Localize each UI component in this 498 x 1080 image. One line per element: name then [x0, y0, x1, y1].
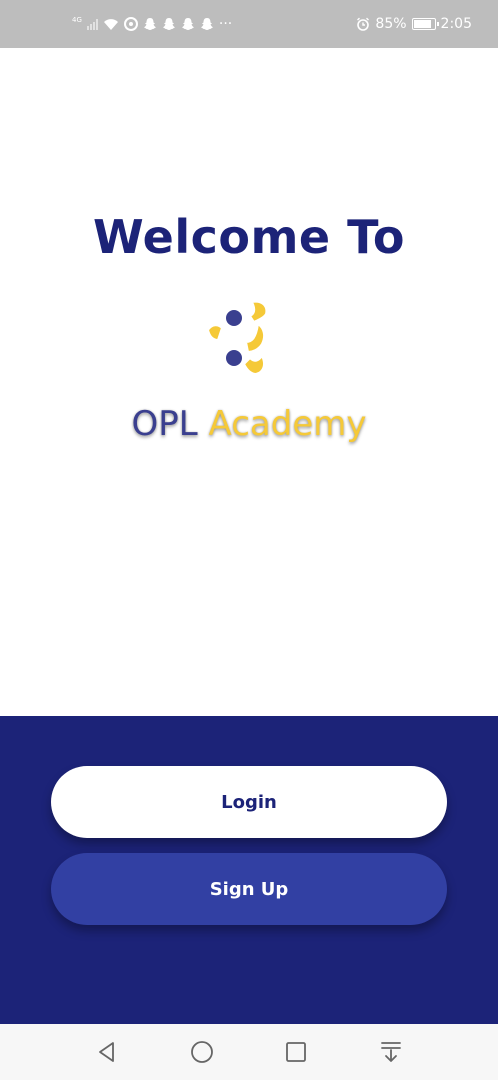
more-notifications-indicator: ···	[218, 16, 233, 32]
clock: 2:05	[440, 16, 472, 32]
recents-icon[interactable]	[276, 1032, 316, 1072]
snapchat-icon	[143, 17, 157, 31]
notification-pull-icon[interactable]	[371, 1032, 411, 1072]
login-button[interactable]: Login	[51, 766, 447, 838]
system-nav-bar	[0, 1024, 498, 1080]
logo-wordmark: OPL Academy	[0, 404, 498, 444]
signal-icon	[86, 18, 98, 30]
network-type: 4G	[72, 16, 82, 24]
status-left: 4G ···	[72, 16, 232, 32]
signup-button[interactable]: Sign Up	[51, 853, 447, 925]
snapchat-icon	[181, 17, 195, 31]
battery-percentage: 85%	[375, 16, 407, 32]
back-icon[interactable]	[87, 1032, 127, 1072]
opl-academy-logo-icon	[206, 300, 268, 376]
wifi-icon	[103, 18, 119, 31]
snapchat-icon	[162, 17, 176, 31]
battery-icon	[411, 18, 439, 30]
status-bar: 4G ··· 85% 2:05	[0, 0, 498, 48]
auth-panel: Login Sign Up	[0, 716, 498, 1024]
logo-text-academy: Academy	[208, 404, 367, 444]
status-right: 85% 2:05	[356, 16, 472, 32]
snapchat-icon	[200, 17, 214, 31]
sync-icon	[123, 17, 138, 31]
logo-text-opl: OPL	[131, 404, 198, 444]
alarm-icon	[356, 17, 370, 31]
welcome-title: Welcome To	[93, 210, 405, 264]
welcome-screen: Welcome To OPL Academy	[0, 48, 498, 716]
home-icon[interactable]	[182, 1032, 222, 1072]
